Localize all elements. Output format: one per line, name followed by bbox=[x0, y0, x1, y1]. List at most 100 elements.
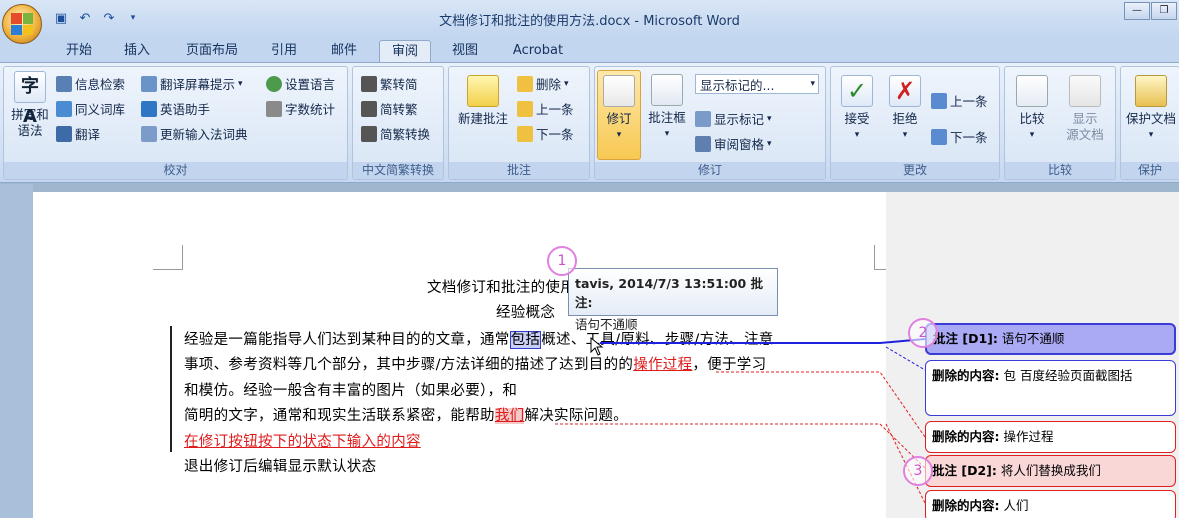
window-title: 文档修订和批注的使用方法.docx - Microsoft Word bbox=[439, 14, 740, 29]
chinese-convert-icon bbox=[361, 125, 377, 142]
delete-comment-icon bbox=[517, 75, 533, 92]
thesaurus-button[interactable]: 同义词库 bbox=[56, 99, 125, 118]
display-for-review-select[interactable]: 显示标记的... ▾ bbox=[695, 74, 819, 94]
simp-to-trad-icon bbox=[361, 100, 377, 117]
paragraph-line-3: 和模仿。经验一般含有丰富的图片（如果必要），和 bbox=[184, 383, 518, 399]
next-comment-icon bbox=[517, 125, 533, 142]
update-ime-button[interactable]: 更新输入法词典 bbox=[141, 124, 248, 143]
show-markup-icon bbox=[695, 110, 711, 127]
deletion-balloon-3[interactable]: 删除的内容: 人们 bbox=[925, 490, 1176, 518]
language-icon bbox=[266, 75, 282, 92]
window-controls: — ❐ bbox=[1123, 2, 1177, 20]
restore-button[interactable]: ❐ bbox=[1151, 2, 1177, 20]
tab-references[interactable]: 引用 bbox=[260, 40, 308, 63]
inserted-text[interactable]: 操作过程 bbox=[633, 357, 692, 373]
group-label-proofing: 校对 bbox=[4, 162, 347, 179]
new-comment-icon bbox=[467, 75, 499, 107]
reject-icon: ✗ bbox=[889, 75, 921, 107]
show-source-icon bbox=[1069, 75, 1101, 107]
office-button[interactable] bbox=[2, 4, 42, 44]
protect-document-button[interactable]: 保护文档 ▾ bbox=[1123, 75, 1179, 143]
title-bar: ▣ ↶ ↷ ▾ 文档修订和批注的使用方法.docx - Microsoft Wo… bbox=[0, 0, 1179, 37]
group-chinese-conversion: 繁转简 简转繁 简繁转换 中文简繁转换 bbox=[352, 66, 444, 180]
balloons-icon bbox=[651, 74, 683, 106]
chinese-convert-button[interactable]: 简繁转换 bbox=[361, 124, 430, 143]
group-label-chinese: 中文简繁转换 bbox=[353, 162, 443, 179]
callout-2: 2 bbox=[908, 318, 938, 348]
simp-to-trad-button[interactable]: 简转繁 bbox=[361, 99, 418, 118]
trad-to-simp-icon bbox=[361, 75, 377, 92]
prev-change-icon bbox=[931, 92, 947, 109]
translate-tip-icon bbox=[141, 75, 157, 92]
compare-icon bbox=[1016, 75, 1048, 107]
ribbon: 字A 拼写和 语法 信息检索 同义词库 翻译 翻译屏幕提示 ▾ 英语助手 更新输入… bbox=[0, 62, 1179, 183]
comment-balloon-d1[interactable]: 批注 [D1]: 语句不通顺 bbox=[925, 323, 1176, 355]
deletion-balloon-1[interactable]: 删除的内容: 包 百度经验页面截图括 bbox=[925, 360, 1176, 416]
trad-to-simp-button[interactable]: 繁转简 bbox=[361, 74, 418, 93]
research-icon bbox=[56, 75, 72, 92]
deletion-balloon-2[interactable]: 删除的内容: 操作过程 bbox=[925, 421, 1176, 453]
tab-page-layout[interactable]: 页面布局 bbox=[176, 40, 248, 63]
office-logo-icon bbox=[11, 13, 33, 35]
vertical-ruler bbox=[0, 184, 33, 518]
lock-icon bbox=[1135, 75, 1167, 107]
tab-acrobat[interactable]: Acrobat bbox=[502, 40, 574, 63]
tab-view[interactable]: 视图 bbox=[441, 40, 489, 63]
spelling-icon: 字A bbox=[14, 71, 46, 127]
comment-balloon-d2[interactable]: 批注 [D2]: 将人们替换成我们 bbox=[925, 455, 1176, 487]
replaced-text[interactable]: 我们 bbox=[494, 408, 525, 424]
accept-button[interactable]: ✓ 接受 ▾ bbox=[835, 75, 879, 143]
research-button[interactable]: 信息检索 bbox=[56, 74, 125, 93]
next-comment-button[interactable]: 下一条 bbox=[517, 124, 574, 143]
ribbon-tabs: 开始 插入 页面布局 引用 邮件 审阅 视图 Acrobat bbox=[0, 37, 1179, 63]
word-count-button[interactable]: 字数统计 bbox=[266, 99, 335, 118]
tab-insert[interactable]: 插入 bbox=[113, 40, 161, 63]
new-comment-button[interactable]: 新建批注 bbox=[453, 75, 513, 127]
comment-tooltip: tavis, 2014/7/3 13:51:00 批注: 语句不通顺 bbox=[568, 268, 778, 332]
reject-button[interactable]: ✗ 拒绝 ▾ bbox=[883, 75, 927, 143]
doc-subtitle: 经验概念 bbox=[496, 305, 556, 321]
callout-1: 1 bbox=[547, 246, 577, 276]
change-bar bbox=[170, 326, 172, 452]
group-tracking: 修订 ▾ 批注框 ▾ 显示标记的... ▾ 显示标记 ▾ 审阅窗格 ▾ 修订 bbox=[594, 66, 826, 180]
paragraph-line-2: 事项、参考资料等几个部分，其中步骤/方法详细的描述了达到目的的操作过程，便于学习 bbox=[184, 357, 767, 373]
crop-mark-right bbox=[874, 245, 886, 270]
group-label-tracking: 修订 bbox=[595, 162, 825, 179]
english-assistant-button[interactable]: 英语助手 bbox=[141, 99, 210, 118]
group-comments: 新建批注 删除 ▾ 上一条 下一条 批注 bbox=[448, 66, 590, 180]
tab-review[interactable]: 审阅 bbox=[379, 40, 431, 63]
balloons-button[interactable]: 批注框 ▾ bbox=[645, 74, 689, 142]
thesaurus-icon bbox=[56, 100, 72, 117]
show-markup-button[interactable]: 显示标记 ▾ bbox=[695, 109, 772, 128]
set-language-button[interactable]: 设置语言 bbox=[266, 74, 335, 93]
translate-button[interactable]: 翻译 bbox=[56, 124, 100, 143]
track-changes-icon bbox=[603, 75, 635, 107]
paragraph-line-6: 退出修订后编辑显示默认状态 bbox=[184, 459, 377, 475]
show-source-button[interactable]: 显示 源文档 bbox=[1059, 75, 1111, 143]
translation-tip-button[interactable]: 翻译屏幕提示 ▾ bbox=[141, 74, 243, 93]
inserted-paragraph: 在修订按钮按下的状态下输入的内容 bbox=[184, 434, 421, 450]
track-changes-button[interactable]: 修订 ▾ bbox=[597, 70, 641, 160]
accept-icon: ✓ bbox=[841, 75, 873, 107]
ime-icon bbox=[141, 125, 157, 142]
prev-change-button[interactable]: 上一条 bbox=[931, 91, 988, 110]
prev-comment-icon bbox=[517, 100, 533, 117]
translate-icon bbox=[56, 125, 72, 142]
group-compare: 比较 ▾ 显示 源文档 比较 bbox=[1004, 66, 1116, 180]
tab-mailings[interactable]: 邮件 bbox=[320, 40, 368, 63]
word-count-icon bbox=[266, 100, 282, 117]
delete-comment-button[interactable]: 删除 ▾ bbox=[517, 74, 569, 93]
group-protect: 保护文档 ▾ 保护 bbox=[1120, 66, 1179, 180]
spelling-grammar-button[interactable]: 字A 拼写和 语法 bbox=[8, 71, 52, 139]
paragraph-line-4: 简明的文字，通常和现实生活联系紧密，能帮助我们解决实际问题。 bbox=[184, 408, 629, 424]
crop-mark-left bbox=[153, 245, 183, 270]
prev-comment-button[interactable]: 上一条 bbox=[517, 99, 574, 118]
compare-button[interactable]: 比较 ▾ bbox=[1009, 75, 1055, 143]
commented-text[interactable]: 包括 bbox=[509, 331, 542, 349]
callout-3: 3 bbox=[903, 456, 933, 486]
reviewing-pane-button[interactable]: 审阅窗格 ▾ bbox=[695, 134, 772, 153]
group-label-protect: 保护 bbox=[1121, 162, 1179, 179]
next-change-button[interactable]: 下一条 bbox=[931, 127, 988, 146]
minimize-button[interactable]: — bbox=[1124, 2, 1150, 20]
tab-home[interactable]: 开始 bbox=[55, 40, 103, 63]
